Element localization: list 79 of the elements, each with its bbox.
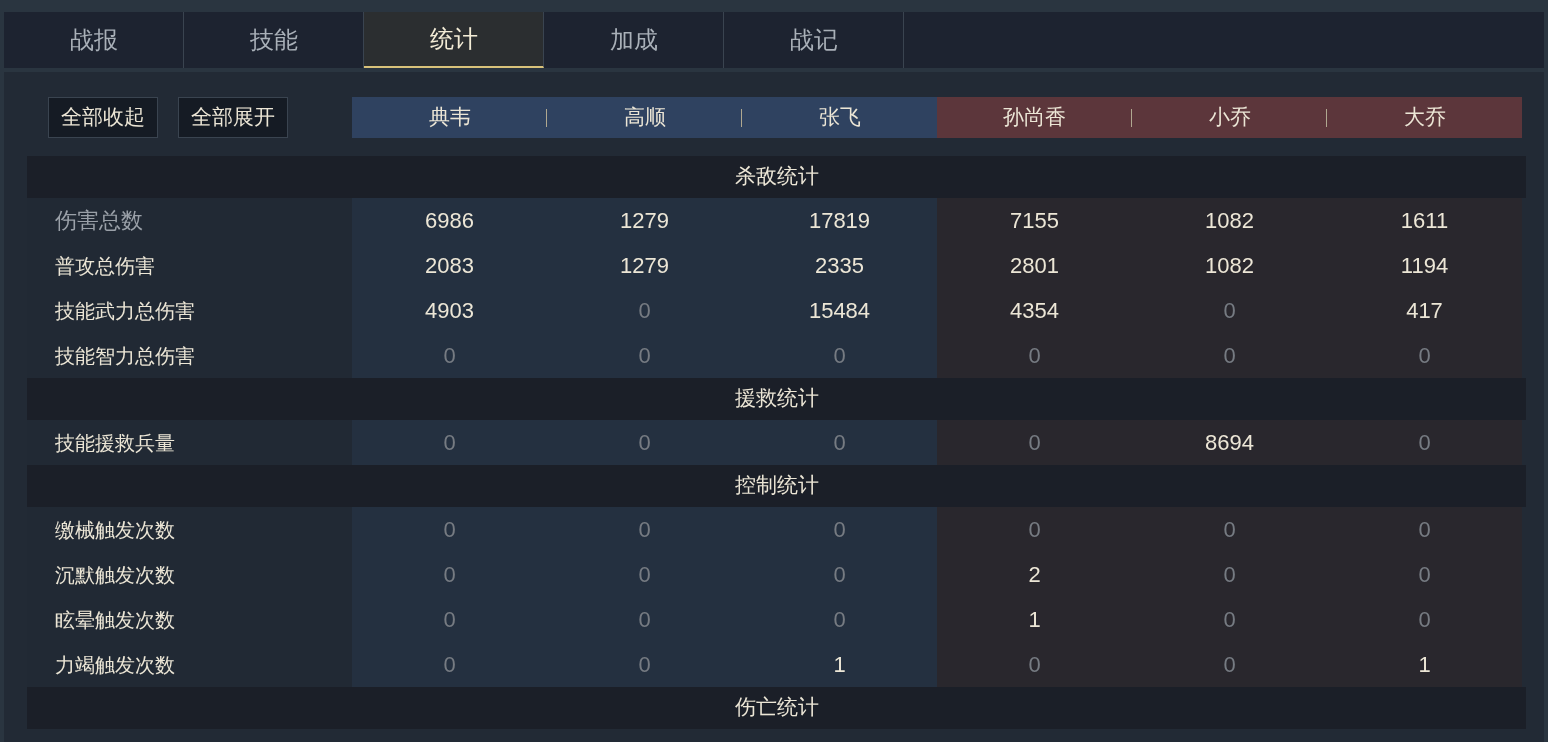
table-cell-text: 1 [833,651,846,679]
table-cell-text: 0 [1223,561,1236,589]
table-cell-text: 0 [1418,561,1431,589]
table-cell-text: 0 [1028,342,1041,370]
table-cell-text: 1279 [620,207,669,235]
column-header: 高顺 [547,97,742,138]
table-cell-text: 0 [1418,606,1431,634]
table-cell-text: 0 [1028,429,1041,457]
table-cell-text: 0 [443,429,456,457]
table-cell-text: 0 [638,429,651,457]
table-cell-text: 1194 [1400,252,1449,280]
table-cell-text: 2 [1028,561,1041,589]
table-cell-text: 0 [443,606,456,634]
column-header: 小乔 [1132,97,1327,138]
column-header: 大乔 [1327,97,1522,138]
table-cell-text: 8694 [1205,429,1254,457]
table-cell-text: 1 [1028,606,1041,634]
table-cell-text: 0 [443,651,456,679]
tab[interactable]: 加成 [544,12,724,68]
table-cell-text: 0 [1418,516,1431,544]
table-cell-text: 2083 [425,252,474,280]
table-cell-text: 0 [1223,651,1236,679]
table-cell-text: 6986 [425,207,474,235]
row-label: 技能武力总伤害 [55,297,195,325]
table-cell-text: 4354 [1010,297,1059,325]
action-button[interactable]: 全部展开 [178,97,288,138]
table-cell-text: 15484 [808,297,871,325]
section-header: 杀敌统计 [27,156,1526,198]
table-cell-text: 0 [638,342,651,370]
action-button[interactable]: 全部收起 [48,97,158,138]
tab[interactable]: 战报 [4,12,184,68]
table-cell-text: 0 [833,606,846,634]
table-cell-text: 417 [1406,297,1443,325]
table-cell-text: 0 [1223,297,1236,325]
table-cell-text: 7155 [1010,207,1059,235]
table-cell-text: 4903 [425,297,474,325]
table-cell-text: 0 [1418,429,1431,457]
table-cell-text: 0 [833,516,846,544]
row-label: 力竭触发次数 [55,651,175,679]
table-cell-text: 0 [833,342,846,370]
table-cell-text: 0 [1028,651,1041,679]
row-label: 技能援救兵量 [55,429,175,457]
table-cell-text: 1082 [1205,207,1254,235]
section-header: 援救统计 [27,378,1526,420]
table-cell-text: 0 [638,606,651,634]
column-header: 张飞 [742,97,937,138]
table-cell-text: 0 [638,516,651,544]
table-cell-text: 0 [1223,342,1236,370]
column-header: 孙尚香 [937,97,1132,138]
table-cell-text: 2801 [1010,252,1059,280]
table-cell-text: 0 [638,297,651,325]
table-cell-text: 0 [833,561,846,589]
table-cell-text: 1 [1418,651,1431,679]
table-cell-text: 0 [1223,516,1236,544]
table-cell-text: 0 [833,429,846,457]
table-cell-text: 17819 [808,207,871,235]
row-label: 缴械触发次数 [55,516,175,544]
section-header: 控制统计 [27,465,1526,507]
tab[interactable]: 统计 [364,12,544,68]
row-label: 眩晕触发次数 [55,606,175,634]
table-cell-text: 0 [1418,342,1431,370]
row-label: 普攻总伤害 [55,252,155,280]
column-header: 典韦 [352,97,547,138]
table-cell-text: 1082 [1205,252,1254,280]
table-cell-text: 0 [1028,516,1041,544]
section-header: 伤亡统计 [27,687,1526,729]
table-cell-text: 0 [638,651,651,679]
table-cell-text: 1279 [620,252,669,280]
table-cell-text: 0 [638,561,651,589]
table-cell-text: 0 [1223,606,1236,634]
table-cell-text: 0 [443,342,456,370]
row-label: 技能智力总伤害 [55,342,195,370]
table-cell-text: 0 [443,561,456,589]
row-label: 沉默触发次数 [55,561,175,589]
table-cell-text: 1611 [1400,207,1449,235]
table-cell-text: 0 [443,516,456,544]
row-label: 伤害总数 [55,207,143,235]
tab[interactable]: 战记 [724,12,904,68]
table-cell-text: 2335 [815,252,864,280]
